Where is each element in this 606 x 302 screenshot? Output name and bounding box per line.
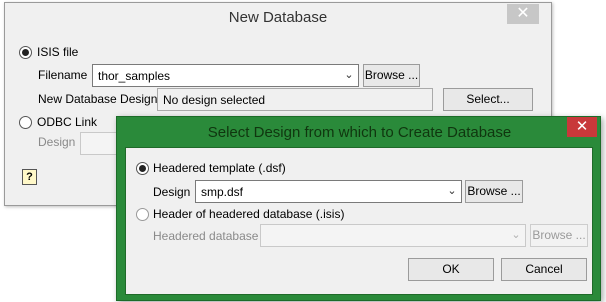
- odbc-link-label: ODBC Link: [37, 115, 98, 129]
- isis-file-label: ISIS file: [37, 45, 79, 59]
- cancel-button[interactable]: Cancel: [501, 258, 587, 281]
- design-combo[interactable]: smp.dsf ⌄: [195, 180, 462, 203]
- odbc-design-field: [80, 132, 120, 155]
- dialog-title: Select Design from which to Create Datab…: [207, 124, 512, 141]
- dialog-close-button[interactable]: ✕: [567, 117, 597, 137]
- isis-file-radio[interactable]: [19, 46, 32, 59]
- ok-button[interactable]: OK: [408, 258, 494, 281]
- filename-label: Filename: [38, 68, 88, 82]
- browse-design-button[interactable]: Browse ...: [465, 180, 523, 203]
- browse-headered-database-button: Browse ...: [530, 224, 588, 247]
- help-icon[interactable]: ?: [22, 169, 37, 185]
- headered-template-radio[interactable]: [136, 162, 149, 175]
- select-design-button[interactable]: Select...: [443, 88, 533, 111]
- headered-database-label: Headered database: [153, 229, 259, 243]
- design-field: No design selected: [157, 88, 433, 111]
- filename-value: thor_samples: [98, 69, 171, 83]
- dialog-body: Headered template (.dsf) Design smp.dsf …: [125, 147, 593, 295]
- header-database-label: Header of headered database (.isis): [153, 207, 345, 221]
- filename-combo[interactable]: thor_samples ⌄: [92, 64, 359, 87]
- chevron-down-icon[interactable]: ⌄: [340, 65, 358, 86]
- browse-filename-button[interactable]: Browse ...: [363, 64, 420, 87]
- headered-template-label: Headered template (.dsf): [153, 161, 286, 175]
- title-bar: New Database ✕: [5, 3, 551, 33]
- design-label: Design: [153, 185, 191, 199]
- header-database-radio[interactable]: [136, 208, 149, 221]
- odbc-link-radio[interactable]: [19, 116, 32, 129]
- chevron-down-icon: ⌄: [511, 229, 521, 241]
- select-design-dialog: Select Design from which to Create Datab…: [116, 116, 601, 301]
- design-value: smp.dsf: [201, 185, 244, 199]
- design-value: No design selected: [163, 93, 266, 107]
- chevron-down-icon[interactable]: ⌄: [443, 181, 461, 202]
- window-title: New Database: [228, 9, 328, 26]
- design-label: New Database Design: [38, 92, 158, 106]
- odbc-design-label: Design: [38, 135, 76, 149]
- headered-database-combo: ⌄: [260, 224, 526, 247]
- close-button[interactable]: ✕: [507, 4, 539, 24]
